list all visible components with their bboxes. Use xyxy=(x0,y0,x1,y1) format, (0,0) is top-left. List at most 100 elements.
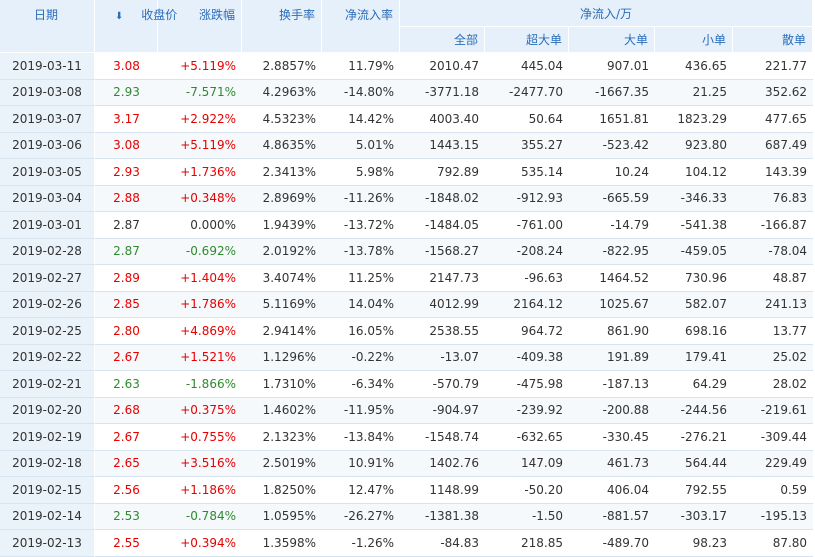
net-small-cell: 1823.29 xyxy=(655,106,733,133)
net-large-cell: -187.13 xyxy=(569,371,655,398)
table-row[interactable]: 2019-03-08 2.93 -7.571% 4.2963% -14.80% -3771… xyxy=(0,79,814,106)
net-xlarge-cell: -96.63 xyxy=(485,265,569,292)
net-rate-cell: -14.80% xyxy=(322,79,400,106)
table-row[interactable]: 2019-02-20 2.68 +0.375% 1.4602% -11.95% -904.… xyxy=(0,397,814,424)
table-row[interactable]: 2019-02-14 2.53 -0.784% 1.0595% -26.27% -1381… xyxy=(0,503,814,530)
close-cell: 2.63 xyxy=(95,371,158,398)
net-rate-cell: 11.79% xyxy=(322,53,400,80)
close-cell: 2.93 xyxy=(95,159,158,186)
column-header-change-label: 涨跌幅 xyxy=(198,8,235,22)
column-header-close[interactable]: ⬇ 收盘价 xyxy=(95,0,177,53)
net-large-cell: 1025.67 xyxy=(569,291,655,318)
date-cell: 2019-03-04 xyxy=(0,185,95,212)
net-retail-cell: 48.87 xyxy=(733,265,814,292)
net-large-cell: 191.89 xyxy=(569,344,655,371)
table-row[interactable]: 2019-03-06 3.08 +5.119% 4.8635% 5.01% 1443.15… xyxy=(0,132,814,159)
column-header-date[interactable]: 日期 xyxy=(0,0,95,53)
table-row[interactable]: 2019-02-15 2.56 +1.186% 1.8250% 12.47% 1148.9… xyxy=(0,477,814,504)
close-cell: 2.89 xyxy=(95,265,158,292)
date-cell: 2019-03-07 xyxy=(0,106,95,133)
date-cell: 2019-02-26 xyxy=(0,291,95,318)
net-retail-cell: 28.02 xyxy=(733,371,814,398)
table-row[interactable]: 2019-02-19 2.67 +0.755% 2.1323% -13.84% -1548… xyxy=(0,424,814,451)
net-xlarge-cell: -208.24 xyxy=(485,238,569,265)
column-header-net-rate-label: 净流入率 xyxy=(344,8,393,22)
net-all-cell: -570.79 xyxy=(400,371,485,398)
column-header-retail-label: 散单 xyxy=(782,33,807,47)
column-header-small[interactable]: 小单 xyxy=(655,27,733,53)
net-rate-cell: -26.27% xyxy=(322,503,400,530)
net-xlarge-cell: 964.72 xyxy=(485,318,569,345)
net-small-cell: 564.44 xyxy=(655,450,733,477)
turnover-cell: 2.8969% xyxy=(242,185,322,212)
column-group-net-flow-label: 净流入/万 xyxy=(580,6,633,21)
column-header-all[interactable]: 全部 xyxy=(400,27,485,53)
table-row[interactable]: 2019-03-04 2.88 +0.348% 2.8969% -11.26% -1848… xyxy=(0,185,814,212)
close-cell: 2.65 xyxy=(95,450,158,477)
net-retail-cell: 221.77 xyxy=(733,53,814,80)
net-retail-cell: -195.13 xyxy=(733,503,814,530)
table-row[interactable]: 2019-02-22 2.67 +1.521% 1.1296% -0.22% -13.07… xyxy=(0,344,814,371)
column-header-large[interactable]: 大单 xyxy=(569,27,655,53)
net-large-cell: -330.45 xyxy=(569,424,655,451)
close-cell: 3.08 xyxy=(95,53,158,80)
column-header-large-label: 大单 xyxy=(623,33,648,47)
sort-arrow-down-icon[interactable]: ⬇ xyxy=(115,11,123,22)
turnover-cell: 3.4074% xyxy=(242,265,322,292)
change-cell: +1.736% xyxy=(158,159,242,186)
column-header-retail[interactable]: 散单 xyxy=(733,27,814,53)
turnover-cell: 1.1296% xyxy=(242,344,322,371)
net-xlarge-cell: -632.65 xyxy=(485,424,569,451)
table-row[interactable]: 2019-03-11 3.08 +5.119% 2.8857% 11.79% 2010.4… xyxy=(0,53,814,80)
table-row[interactable]: 2019-03-05 2.93 +1.736% 2.3413% 5.98% 792.89 5… xyxy=(0,159,814,186)
table-row[interactable]: 2019-03-01 2.87 0.000% 1.9439% -13.72% -1484.… xyxy=(0,212,814,239)
table-row[interactable]: 2019-02-21 2.63 -1.866% 1.7310% -6.34% -570.7… xyxy=(0,371,814,398)
net-large-cell: 907.01 xyxy=(569,53,655,80)
column-header-small-label: 小单 xyxy=(701,33,726,47)
net-xlarge-cell: 147.09 xyxy=(485,450,569,477)
change-cell: -1.866% xyxy=(158,371,242,398)
net-large-cell: 1651.81 xyxy=(569,106,655,133)
net-rate-cell: -13.84% xyxy=(322,424,400,451)
net-large-cell: 861.90 xyxy=(569,318,655,345)
change-cell: +4.869% xyxy=(158,318,242,345)
net-retail-cell: 229.49 xyxy=(733,450,814,477)
table-row[interactable]: 2019-02-25 2.80 +4.869% 2.9414% 16.05% 2538.5… xyxy=(0,318,814,345)
table-row[interactable]: 2019-02-28 2.87 -0.692% 2.0192% -13.78% -1568… xyxy=(0,238,814,265)
close-cell: 2.68 xyxy=(95,397,158,424)
net-rate-cell: -11.95% xyxy=(322,397,400,424)
turnover-cell: 4.2963% xyxy=(242,79,322,106)
column-header-xlarge[interactable]: 超大单 xyxy=(485,27,569,53)
net-rate-cell: -6.34% xyxy=(322,371,400,398)
net-retail-cell: 477.65 xyxy=(733,106,814,133)
net-all-cell: -904.97 xyxy=(400,397,485,424)
net-retail-cell: -166.87 xyxy=(733,212,814,239)
column-header-net-rate[interactable]: 净流入率 xyxy=(322,0,400,53)
net-all-cell: 2538.55 xyxy=(400,318,485,345)
change-cell: +1.404% xyxy=(158,265,242,292)
close-cell: 2.88 xyxy=(95,185,158,212)
net-retail-cell: 25.02 xyxy=(733,344,814,371)
turnover-cell: 1.0595% xyxy=(242,503,322,530)
net-all-cell: -1381.38 xyxy=(400,503,485,530)
table-row[interactable]: 2019-03-07 3.17 +2.922% 4.5323% 14.42% 4003.4… xyxy=(0,106,814,133)
table-row[interactable]: 2019-02-27 2.89 +1.404% 3.4074% 11.25% 2147.7… xyxy=(0,265,814,292)
change-cell: +0.375% xyxy=(158,397,242,424)
change-cell: -0.784% xyxy=(158,503,242,530)
turnover-cell: 1.4602% xyxy=(242,397,322,424)
column-header-turnover[interactable]: 换手率 xyxy=(242,0,322,53)
net-all-cell: -1568.27 xyxy=(400,238,485,265)
turnover-cell: 2.5019% xyxy=(242,450,322,477)
net-small-cell: 64.29 xyxy=(655,371,733,398)
table-row[interactable]: 2019-02-18 2.65 +3.516% 2.5019% 10.91% 1402.7… xyxy=(0,450,814,477)
net-all-cell: -3771.18 xyxy=(400,79,485,106)
close-cell: 2.67 xyxy=(95,424,158,451)
table-row[interactable]: 2019-02-26 2.85 +1.786% 5.1169% 14.04% 4012.9… xyxy=(0,291,814,318)
fund-flow-table: 日期 ⬇ 收盘价 涨跌幅 换手率 净流入率 净流入/万 全部 超大单 大单 小单 xyxy=(0,0,814,557)
close-cell: 2.56 xyxy=(95,477,158,504)
net-rate-cell: 10.91% xyxy=(322,450,400,477)
close-cell: 2.87 xyxy=(95,212,158,239)
net-small-cell: 792.55 xyxy=(655,477,733,504)
column-header-close-label: 收盘价 xyxy=(141,8,178,22)
turnover-cell: 2.9414% xyxy=(242,318,322,345)
